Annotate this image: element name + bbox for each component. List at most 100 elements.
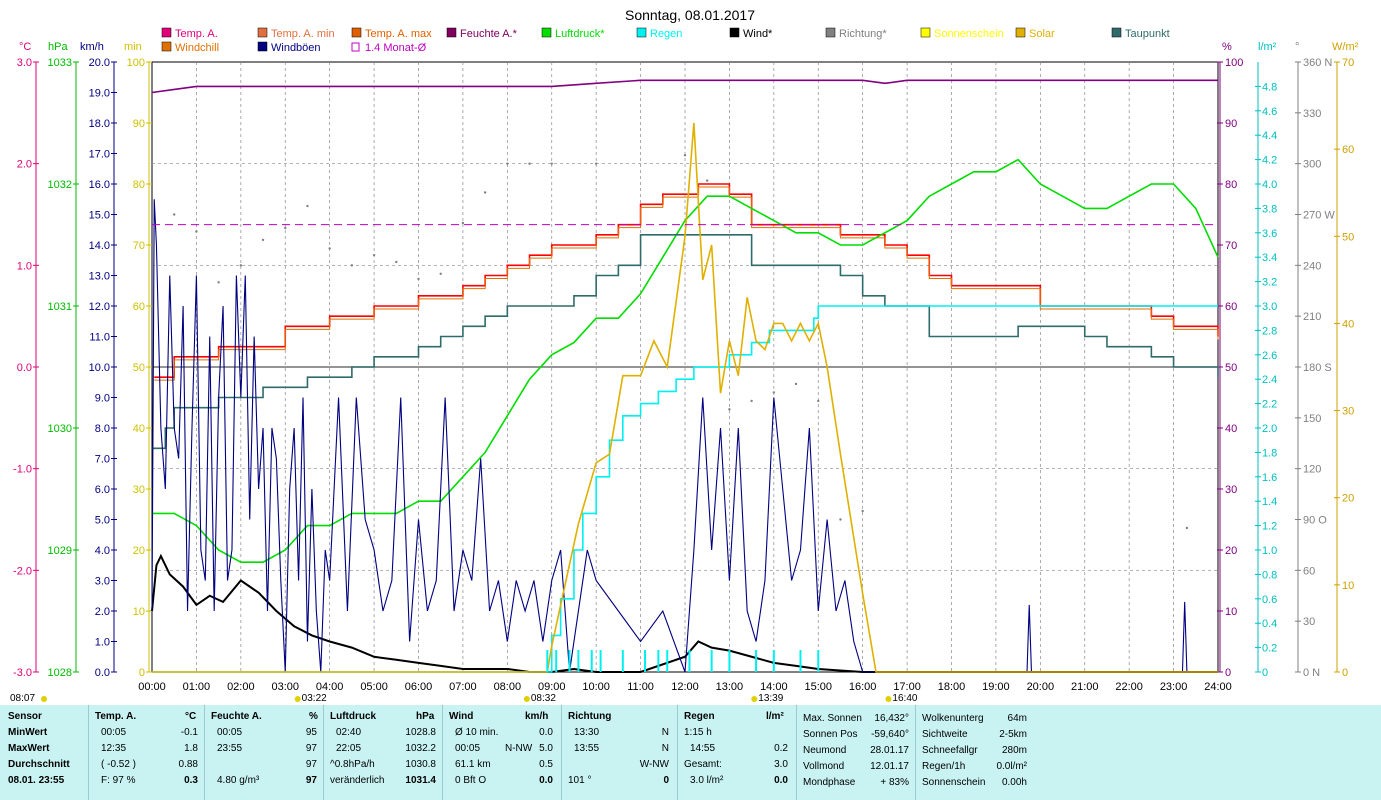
richtung-point — [217, 281, 220, 284]
axis-solar-label: 60 — [1342, 144, 1354, 156]
stats-richtung-r4-label: 101 ° — [568, 775, 592, 786]
stats-misc-1-label: Sichtweite — [922, 729, 968, 740]
axis-rain-label: 3.4 — [1262, 252, 1277, 264]
axis-rain-label: 1.4 — [1262, 496, 1277, 508]
stats-sun-2-label: Neumond — [803, 745, 847, 756]
x-tick-label: 01:00 — [183, 681, 211, 693]
axis-dir-label: 210 — [1303, 311, 1321, 323]
legend-swatch — [1111, 27, 1122, 38]
stats-luft-unit: hPa — [416, 711, 435, 722]
axis-rain-label: 2.6 — [1262, 350, 1277, 362]
richtung-point — [173, 213, 176, 216]
axis-solar-label: 20 — [1342, 493, 1354, 505]
sun-time-label: 08:32 — [531, 693, 556, 704]
axis-temp-label: 1.0 — [17, 260, 32, 272]
axis-wind-label: 12.0 — [89, 301, 110, 313]
stats-wind-r2-time: 00:05 — [455, 743, 481, 754]
axis-wind-label: 8.0 — [95, 423, 110, 435]
stats-wind-unit: km/h — [525, 711, 549, 722]
axis-rain-label: 4.4 — [1262, 130, 1277, 142]
axis-min-label: 10 — [133, 606, 145, 618]
axis-rain-label: 3.8 — [1262, 203, 1277, 215]
stats-feuchte-last-extra: 4.80 g/m³ — [217, 775, 260, 786]
x-tick-label: 02:00 — [227, 681, 255, 693]
stats-misc-2-label: Schneefallgr — [922, 745, 978, 756]
axis-min-label: 60 — [133, 301, 145, 313]
axis-press-label: 1030 — [48, 423, 72, 435]
axis-wind-label: 4.0 — [95, 545, 110, 557]
axis-wind-label: 17.0 — [89, 149, 110, 161]
axis-rain-label: 4.6 — [1262, 106, 1277, 118]
axis-unit-press: hPa — [48, 41, 68, 53]
sun-time-label: 08:07 — [10, 693, 35, 704]
stats-richtung-r4-value: 0 — [663, 775, 669, 786]
axis-pct-label: 10 — [1225, 606, 1237, 618]
stats-feuchte-max-time: 23:55 — [217, 743, 243, 754]
legend-swatch — [351, 27, 362, 38]
richtung-point — [239, 264, 243, 267]
axis-dir-label: 30 — [1303, 616, 1315, 628]
richtung-point — [395, 260, 398, 264]
stats-regen-r1-label: 1:15 h — [684, 727, 712, 738]
axis-wind-label: 19.0 — [89, 88, 110, 100]
x-tick-label: 07:00 — [449, 681, 477, 693]
axis-rain-label: 0 — [1262, 667, 1268, 679]
stats-col-sun: Max. Sonnen 16,432° Sonnen Pos -59,640° … — [796, 705, 915, 800]
stats-misc-3-value: 0.0l/m² — [996, 761, 1027, 772]
legend-swatch — [541, 27, 552, 38]
axis-press-label: 1029 — [48, 545, 72, 557]
axis-rain-label: 0.8 — [1262, 569, 1277, 581]
axis-unit-min: min — [124, 41, 142, 53]
stats-wind-r4-label: 0 Bft O — [455, 775, 487, 786]
richtung-point — [417, 277, 420, 281]
legend-swatch — [1015, 27, 1026, 38]
stats-feuchte-header: Feuchte A. — [211, 711, 262, 722]
stats-wind-r3-value: 0.5 — [539, 759, 553, 770]
x-tick-label: 22:00 — [1115, 681, 1143, 693]
stats-richtung-r2-time: 13:55 — [574, 743, 600, 754]
axis-wind-label: 7.0 — [95, 454, 110, 466]
stats-temp-avg-extra: ( -0.52 ) — [101, 759, 137, 770]
richtung-point — [706, 179, 709, 182]
axis-temp-label: -2.0 — [13, 565, 32, 577]
legend-swatch — [446, 27, 457, 38]
axis-pct-label: 20 — [1225, 545, 1237, 557]
stats-wind-r2-value: 5.0 — [539, 743, 553, 754]
stats-richtung-header: Richtung — [568, 711, 612, 722]
axis-min-label: 20 — [133, 545, 145, 557]
stats-sun-3-value: 12.01.17 — [870, 761, 909, 772]
axis-rain-label: 2.4 — [1262, 374, 1277, 386]
axis-wind-label: 5.0 — [95, 515, 110, 527]
stats-wind-r1-value: 0.0 — [539, 727, 553, 738]
stats-richtung-r1-value: N — [661, 727, 669, 738]
legend-label: Windchill — [175, 42, 219, 54]
stats-col-richtung: Richtung 13:30 N 13:55 N W-NW 101 ° 0 — [561, 705, 677, 800]
axis-dir-label: 360 N — [1303, 57, 1332, 69]
axis-solar-label: 50 — [1342, 231, 1354, 243]
axis-rain-label: 4.2 — [1262, 155, 1277, 167]
axis-unit-temp: °C — [19, 41, 31, 53]
x-tick-label: 04:00 — [316, 681, 344, 693]
axis-rain-label: 2.0 — [1262, 423, 1277, 435]
axis-wind-label: 13.0 — [89, 271, 110, 283]
axis-wind-label: 0.0 — [95, 667, 110, 679]
axis-rain-label: 0.6 — [1262, 594, 1277, 606]
axis-press-label: 1031 — [48, 301, 72, 313]
richtung-point — [350, 264, 354, 267]
stats-luft-avg-value: 1030.8 — [405, 759, 436, 770]
axis-rain-label: 0.4 — [1262, 618, 1277, 630]
stats-regen-r2-value: 0.2 — [774, 743, 788, 754]
axis-pct-label: 50 — [1225, 362, 1237, 374]
stats-sun-0-label: Max. Sonnen — [803, 713, 862, 724]
legend-swatch — [636, 27, 647, 38]
richtung-point — [261, 238, 265, 242]
x-tick-label: 18:00 — [938, 681, 966, 693]
axis-dir-label: 150 — [1303, 413, 1321, 425]
weather-chart: Sonntag, 08.01.2017 Temp. A. Temp. A. min… — [0, 0, 1381, 705]
axis-min-label: 0 — [139, 667, 145, 679]
x-tick-label: 15:00 — [804, 681, 832, 693]
x-tick-label: 03:00 — [271, 681, 299, 693]
stats-temp-unit: °C — [185, 711, 197, 722]
stats-regen-r3-value: 3.0 — [774, 759, 788, 770]
axis-pct-label: 0 — [1225, 667, 1231, 679]
